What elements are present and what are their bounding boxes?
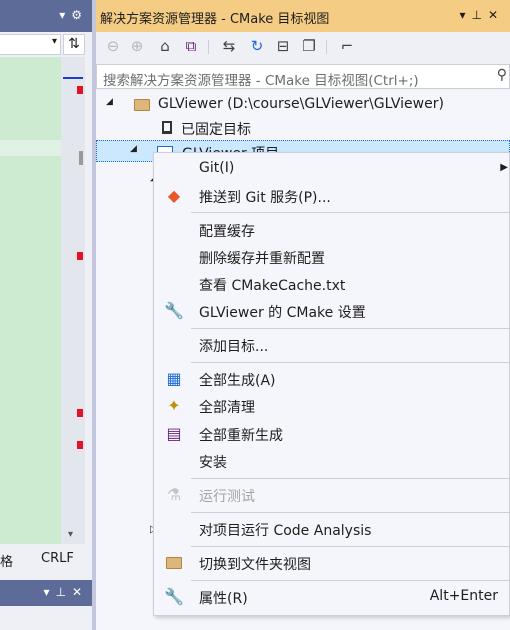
code-editor[interactable]: [0, 57, 61, 544]
solution-explorer-toolbar: ⊖ ⊕ ⌂ ⧉ ⇆ ↻ ⊟ ❐ ⌐: [96, 32, 510, 60]
menu-item-label: 删除缓存并重新配置: [199, 251, 325, 267]
toolbar-separator: [326, 40, 327, 54]
expand-arrow-icon[interactable]: ◢: [106, 97, 113, 107]
pin-icon: [162, 119, 172, 138]
menu-item-clean-all[interactable]: ✦ 全部清理: [154, 393, 510, 420]
menu-item-label: 全部重新生成: [199, 428, 283, 444]
test-icon: ⚗: [166, 485, 182, 504]
menu-item-run-tests[interactable]: ⚗ 运行测试: [154, 482, 510, 509]
menu-item-label: 全部生成(A): [199, 373, 276, 389]
bottom-panel-header: ▾⊥✕: [0, 580, 92, 606]
dropdown-arrow-icon[interactable]: ▾: [43, 585, 55, 599]
wrench-icon: 🔧: [164, 301, 184, 320]
menu-item-add-target[interactable]: 添加目标...: [154, 332, 510, 359]
clean-icon: ✦: [167, 396, 181, 415]
sync-icon[interactable]: ⇆: [218, 36, 240, 56]
vs-switch-icon[interactable]: ⧉: [180, 36, 202, 56]
window-position-icon[interactable]: ▾: [459, 8, 471, 22]
document-tab-header: ▾⚙: [0, 0, 92, 32]
menu-item-label: Git(I): [199, 160, 235, 176]
pin-icon[interactable]: ⊥: [471, 8, 487, 22]
rebuild-icon: ▤: [166, 424, 182, 443]
menu-item-label: 对项目运行 Code Analysis: [199, 523, 372, 539]
menu-item-code-analysis[interactable]: 对项目运行 Code Analysis: [154, 516, 510, 543]
tree-node-pinned-targets[interactable]: 已固定目标: [96, 117, 510, 139]
collapse-all-icon[interactable]: ⊟: [272, 36, 294, 56]
menu-separator: [191, 512, 509, 513]
menu-item-shortcut: Alt+Enter: [429, 588, 498, 604]
search-placeholder: 搜索解决方案资源管理器 - CMake 目标视图(Ctrl+;): [103, 73, 419, 89]
wrench-icon: 🔧: [164, 587, 184, 606]
member-dropdown[interactable]: ▾: [0, 34, 61, 55]
editor-status-bar: 格 CRLF: [0, 548, 92, 570]
menu-item-properties[interactable]: 🔧 属性(R) Alt+Enter: [154, 584, 510, 611]
menu-item-switch-folder-view[interactable]: 切换到文件夹视图: [154, 550, 510, 577]
menu-separator: [191, 546, 509, 547]
tree-node-label: 已固定目标: [181, 122, 251, 138]
scrollbar-thumb[interactable]: [79, 151, 83, 165]
menu-separator: [191, 328, 509, 329]
back-icon[interactable]: ⊖: [102, 36, 124, 56]
current-line-highlight: [0, 140, 61, 156]
line-ending-indicator[interactable]: CRLF: [41, 551, 74, 566]
menu-separator: [191, 212, 509, 213]
menu-item-label: 安装: [199, 455, 227, 471]
build-icon: ▦: [166, 369, 182, 388]
context-menu: Git(I) ▶ ◆ 推送到 Git 服务(P)... 配置缓存 删除缓存并重新…: [153, 152, 510, 616]
tree-node-label: GLViewer (D:\course\GLViewer\GLViewer): [158, 96, 444, 112]
pin-icon[interactable]: ⊥: [55, 585, 71, 599]
show-all-files-icon[interactable]: ❐: [298, 36, 320, 56]
menu-item-label: 属性(R): [199, 591, 248, 607]
encoding-indicator[interactable]: 格: [0, 551, 13, 570]
folder-icon: [164, 553, 184, 573]
menu-item-label: GLViewer 的 CMake 设置: [199, 305, 366, 321]
menu-item-label: 全部清理: [199, 400, 255, 416]
solution-explorer-title-bar: 解决方案资源管理器 - CMake 目标视图 ▾⊥✕: [96, 0, 510, 32]
menu-item-label: 运行测试: [199, 489, 255, 505]
scroll-down-icon[interactable]: ▾: [68, 529, 73, 540]
dropdown-arrow-icon[interactable]: ▾: [59, 8, 71, 22]
chevron-down-icon: ▾: [51, 36, 57, 47]
menu-item-install[interactable]: 安装: [154, 448, 510, 475]
menu-separator: [191, 362, 509, 363]
menu-item-label: 查看 CMakeCache.txt: [199, 278, 346, 294]
gear-icon[interactable]: ⚙: [71, 8, 88, 22]
menu-item-label: 切换到文件夹视图: [199, 557, 311, 573]
refresh-icon[interactable]: ↻: [246, 36, 268, 56]
properties-icon[interactable]: ⌐: [336, 36, 358, 56]
folder-icon: [134, 96, 150, 115]
menu-item-label: 配置缓存: [199, 224, 255, 240]
menu-item-label: 添加目标...: [199, 339, 269, 355]
menu-item-cmake-settings[interactable]: 🔧 GLViewer 的 CMake 设置: [154, 298, 510, 325]
menu-item-rebuild-all[interactable]: ▤ 全部重新生成: [154, 421, 510, 448]
menu-item-configure-cache[interactable]: 配置缓存: [154, 217, 510, 244]
forward-icon[interactable]: ⊕: [126, 36, 148, 56]
menu-item-label: 推送到 Git 服务(P)...: [199, 190, 331, 206]
editor-scrollbar[interactable]: ▾: [62, 57, 84, 544]
home-icon[interactable]: ⌂: [154, 36, 176, 56]
tree-node-root[interactable]: ◢ GLViewer (D:\course\GLViewer\GLViewer): [96, 94, 510, 116]
split-editor-button[interactable]: ⇅: [63, 34, 85, 55]
git-icon: ◆: [167, 186, 181, 205]
menu-item-delete-cache[interactable]: 删除缓存并重新配置: [154, 244, 510, 271]
menu-item-build-all[interactable]: ▦ 全部生成(A): [154, 366, 510, 393]
close-icon[interactable]: ✕: [488, 8, 504, 22]
close-icon[interactable]: ✕: [72, 585, 88, 599]
menu-separator: [191, 580, 509, 581]
search-icon[interactable]: ⚲: [497, 67, 507, 83]
menu-separator: [191, 478, 509, 479]
panel-title: 解决方案资源管理器 - CMake 目标视图: [100, 12, 330, 27]
expand-arrow-icon[interactable]: ◢: [130, 144, 137, 154]
toolbar-separator: [208, 40, 209, 54]
split-icon: ⇅: [68, 36, 80, 52]
solution-search-input[interactable]: 搜索解决方案资源管理器 - CMake 目标视图(Ctrl+;) ⚲: [96, 64, 510, 89]
menu-item-push-to-git[interactable]: ◆ 推送到 Git 服务(P)...: [154, 183, 510, 210]
menu-item-git[interactable]: Git(I) ▶: [154, 156, 510, 183]
submenu-arrow-icon: ▶: [500, 162, 508, 173]
menu-item-view-cmakecache[interactable]: 查看 CMakeCache.txt: [154, 271, 510, 298]
